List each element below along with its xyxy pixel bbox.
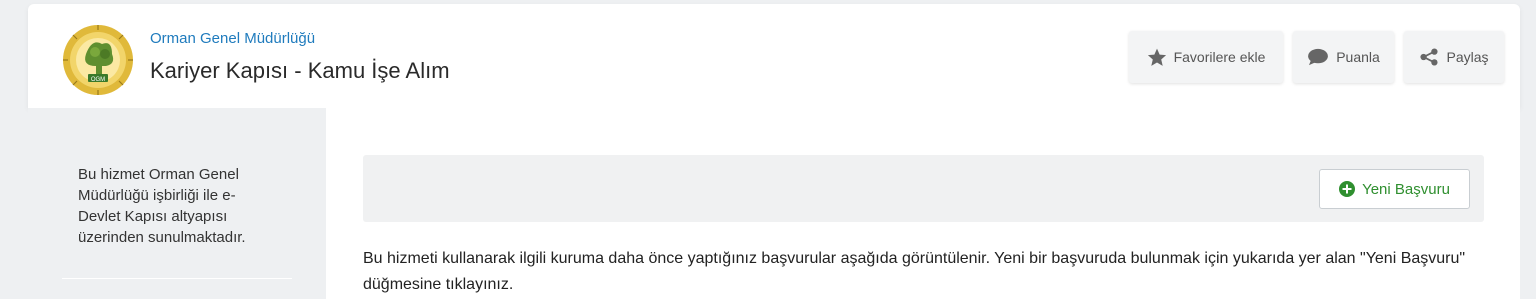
rate-button[interactable]: Puanla (1293, 31, 1394, 83)
star-icon (1147, 48, 1166, 66)
add-favorite-label: Favorilere ekle (1173, 49, 1266, 65)
ogm-logo: OGM (62, 24, 134, 96)
svg-text:OGM: OGM (91, 77, 105, 83)
main-content: Yeni Başvuru Bu hizmeti kullanarak ilgil… (326, 108, 1520, 299)
service-provider-note: Bu hizmet Orman Genel Müdürlüğü işbirliğ… (78, 166, 246, 246)
plus-circle-icon (1339, 181, 1356, 197)
sidebar: Bu hizmet Orman Genel Müdürlüğü işbirliğ… (28, 108, 326, 299)
share-icon (1420, 48, 1439, 66)
share-button[interactable]: Paylaş (1404, 31, 1504, 83)
sidebar-divider (62, 278, 292, 279)
service-description: Bu hizmeti kullanarak ilgili kuruma daha… (363, 250, 1466, 293)
page: OGM Orman Genel Müdürlüğü Kariyer Kapısı… (28, 4, 1520, 299)
action-bar: Yeni Başvuru (363, 155, 1484, 222)
rate-label: Puanla (1336, 49, 1380, 65)
speech-bubble-icon (1308, 48, 1329, 66)
page-title: Kariyer Kapısı - Kamu İşe Alım (150, 58, 450, 83)
share-label: Paylaş (1446, 49, 1489, 65)
org-name-link[interactable]: Orman Genel Müdürlüğü (150, 30, 315, 47)
add-favorite-button[interactable]: Favorilere ekle (1129, 31, 1283, 83)
service-header: OGM Orman Genel Müdürlüğü Kariyer Kapısı… (28, 4, 1520, 108)
new-application-label: Yeni Başvuru (1362, 180, 1450, 198)
new-application-button[interactable]: Yeni Başvuru (1319, 169, 1470, 209)
